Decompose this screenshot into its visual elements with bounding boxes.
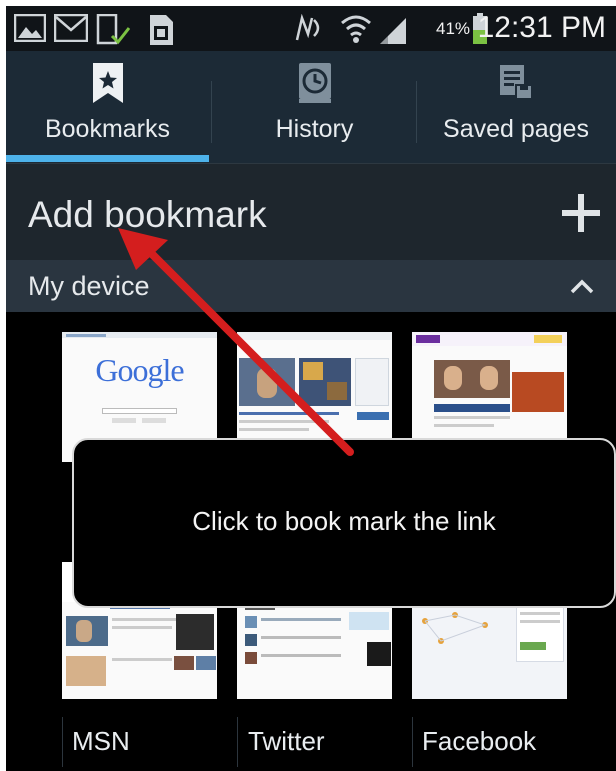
- add-bookmark-row[interactable]: Add bookmark: [6, 163, 616, 260]
- tab-label: History: [275, 115, 354, 143]
- folder-header-my-device[interactable]: My device: [6, 260, 616, 312]
- tab-bar: Bookmarks History Saved pages: [6, 51, 616, 163]
- selected-tab-indicator: [6, 155, 209, 162]
- bookmark-star-icon: [91, 61, 125, 110]
- mail-icon: [53, 13, 89, 47]
- bookmark-label-facebook[interactable]: Facebook: [422, 726, 536, 757]
- bookmark-label-twitter[interactable]: Twitter: [248, 726, 325, 757]
- tutorial-callout: Click to book mark the link: [72, 438, 616, 608]
- label-divider: [412, 717, 413, 767]
- folder-label: My device: [28, 271, 150, 301]
- tab-saved-pages[interactable]: Saved pages: [416, 51, 616, 163]
- tab-label: Saved pages: [443, 115, 589, 143]
- google-logo: Google: [95, 352, 184, 388]
- download-check-icon: [96, 13, 131, 51]
- image-icon: [13, 13, 47, 47]
- signal-icon: [378, 18, 408, 49]
- status-time: 12:31 PM: [477, 11, 606, 44]
- sim-card-icon: [148, 14, 174, 51]
- battery-percent: 41%: [436, 19, 471, 38]
- wifi-icon: [340, 14, 372, 49]
- tab-divider: [211, 81, 212, 143]
- label-divider: [62, 717, 63, 767]
- saved-page-icon: [496, 61, 536, 110]
- phone-screen: 41% 12:31 PM Bookmarks History Saved pag…: [6, 6, 616, 771]
- clock-icon: [297, 61, 333, 110]
- bookmark-label-msn[interactable]: MSN: [72, 726, 130, 757]
- status-bar: 41% 12:31 PM: [6, 6, 616, 51]
- tab-bookmarks[interactable]: Bookmarks: [6, 51, 209, 163]
- tab-label: Bookmarks: [44, 115, 171, 143]
- chevron-up-icon[interactable]: [570, 278, 594, 299]
- add-bookmark-label: Add bookmark: [28, 194, 267, 235]
- nfc-icon: [294, 13, 324, 47]
- plus-icon[interactable]: [562, 194, 600, 232]
- callout-text: Click to book mark the link: [192, 506, 496, 536]
- tab-history[interactable]: History: [213, 51, 416, 163]
- label-divider: [237, 717, 238, 767]
